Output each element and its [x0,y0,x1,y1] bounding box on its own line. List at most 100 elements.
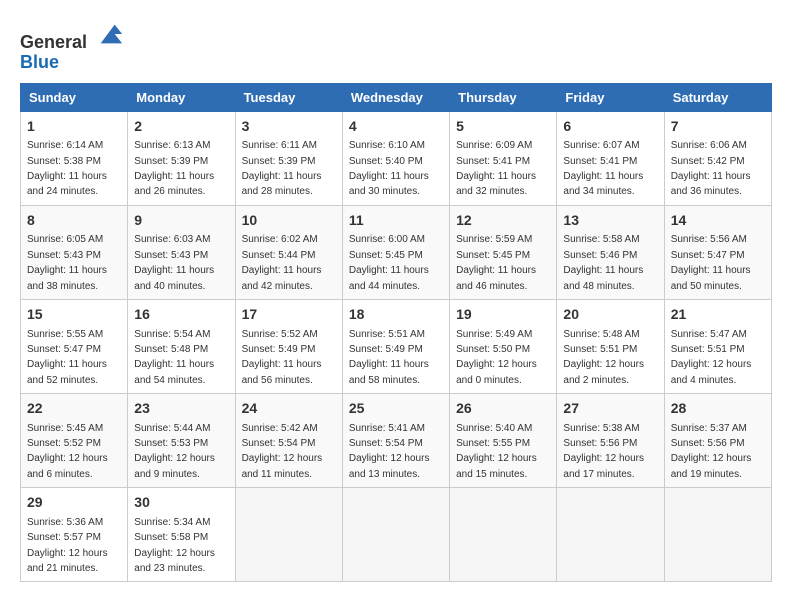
logo-general: General [20,32,87,52]
day-info: Sunrise: 5:36 AMSunset: 5:57 PMDaylight:… [27,517,108,574]
day-info: Sunrise: 5:54 AMSunset: 5:48 PMDaylight:… [134,329,214,386]
day-info: Sunrise: 5:41 AMSunset: 5:54 PMDaylight:… [349,423,430,480]
day-info: Sunrise: 6:06 AMSunset: 5:42 PMDaylight:… [671,140,751,197]
day-number: 29 [27,493,121,513]
calendar-cell: 11 Sunrise: 6:00 AMSunset: 5:45 PMDaylig… [342,205,449,299]
day-number: 17 [242,305,336,325]
day-info: Sunrise: 5:56 AMSunset: 5:47 PMDaylight:… [671,234,751,291]
day-number: 15 [27,305,121,325]
day-info: Sunrise: 6:09 AMSunset: 5:41 PMDaylight:… [456,140,536,197]
day-info: Sunrise: 5:59 AMSunset: 5:45 PMDaylight:… [456,234,536,291]
calendar-table: SundayMondayTuesdayWednesdayThursdayFrid… [20,83,772,583]
calendar-cell [664,488,771,582]
day-number: 16 [134,305,228,325]
calendar-cell: 6 Sunrise: 6:07 AMSunset: 5:41 PMDayligh… [557,111,664,205]
day-info: Sunrise: 6:13 AMSunset: 5:39 PMDaylight:… [134,140,214,197]
calendar-week-1: 1 Sunrise: 6:14 AMSunset: 5:38 PMDayligh… [21,111,772,205]
day-number: 23 [134,399,228,419]
calendar-cell: 14 Sunrise: 5:56 AMSunset: 5:47 PMDaylig… [664,205,771,299]
day-number: 13 [563,211,657,231]
day-info: Sunrise: 5:44 AMSunset: 5:53 PMDaylight:… [134,423,215,480]
logo-blue: Blue [20,52,59,72]
calendar-week-5: 29 Sunrise: 5:36 AMSunset: 5:57 PMDaylig… [21,488,772,582]
calendar-cell: 26 Sunrise: 5:40 AMSunset: 5:55 PMDaylig… [450,394,557,488]
day-info: Sunrise: 5:47 AMSunset: 5:51 PMDaylight:… [671,329,752,386]
day-info: Sunrise: 5:48 AMSunset: 5:51 PMDaylight:… [563,329,644,386]
day-info: Sunrise: 6:03 AMSunset: 5:43 PMDaylight:… [134,234,214,291]
calendar-cell: 9 Sunrise: 6:03 AMSunset: 5:43 PMDayligh… [128,205,235,299]
calendar-cell: 4 Sunrise: 6:10 AMSunset: 5:40 PMDayligh… [342,111,449,205]
calendar-cell: 20 Sunrise: 5:48 AMSunset: 5:51 PMDaylig… [557,299,664,393]
day-number: 28 [671,399,765,419]
weekday-header-thursday: Thursday [450,83,557,111]
calendar-cell [450,488,557,582]
day-info: Sunrise: 5:55 AMSunset: 5:47 PMDaylight:… [27,329,107,386]
calendar-cell: 5 Sunrise: 6:09 AMSunset: 5:41 PMDayligh… [450,111,557,205]
day-number: 24 [242,399,336,419]
day-info: Sunrise: 5:38 AMSunset: 5:56 PMDaylight:… [563,423,644,480]
day-number: 6 [563,117,657,137]
calendar-cell: 27 Sunrise: 5:38 AMSunset: 5:56 PMDaylig… [557,394,664,488]
calendar-cell: 30 Sunrise: 5:34 AMSunset: 5:58 PMDaylig… [128,488,235,582]
day-number: 10 [242,211,336,231]
calendar-cell: 16 Sunrise: 5:54 AMSunset: 5:48 PMDaylig… [128,299,235,393]
day-number: 11 [349,211,443,231]
weekday-header-friday: Friday [557,83,664,111]
calendar-cell: 8 Sunrise: 6:05 AMSunset: 5:43 PMDayligh… [21,205,128,299]
calendar-cell: 12 Sunrise: 5:59 AMSunset: 5:45 PMDaylig… [450,205,557,299]
calendar-cell: 2 Sunrise: 6:13 AMSunset: 5:39 PMDayligh… [128,111,235,205]
day-number: 3 [242,117,336,137]
day-number: 8 [27,211,121,231]
calendar-cell: 15 Sunrise: 5:55 AMSunset: 5:47 PMDaylig… [21,299,128,393]
calendar-cell: 3 Sunrise: 6:11 AMSunset: 5:39 PMDayligh… [235,111,342,205]
calendar-cell: 18 Sunrise: 5:51 AMSunset: 5:49 PMDaylig… [342,299,449,393]
calendar-cell [235,488,342,582]
weekday-header-sunday: Sunday [21,83,128,111]
day-info: Sunrise: 6:07 AMSunset: 5:41 PMDaylight:… [563,140,643,197]
calendar-week-2: 8 Sunrise: 6:05 AMSunset: 5:43 PMDayligh… [21,205,772,299]
calendar-cell: 19 Sunrise: 5:49 AMSunset: 5:50 PMDaylig… [450,299,557,393]
weekday-header-monday: Monday [128,83,235,111]
calendar-cell [342,488,449,582]
day-info: Sunrise: 5:37 AMSunset: 5:56 PMDaylight:… [671,423,752,480]
day-number: 27 [563,399,657,419]
calendar-cell: 24 Sunrise: 5:42 AMSunset: 5:54 PMDaylig… [235,394,342,488]
day-info: Sunrise: 5:58 AMSunset: 5:46 PMDaylight:… [563,234,643,291]
calendar-cell: 10 Sunrise: 6:02 AMSunset: 5:44 PMDaylig… [235,205,342,299]
day-info: Sunrise: 6:14 AMSunset: 5:38 PMDaylight:… [27,140,107,197]
weekday-header-wednesday: Wednesday [342,83,449,111]
calendar-cell: 29 Sunrise: 5:36 AMSunset: 5:57 PMDaylig… [21,488,128,582]
day-number: 19 [456,305,550,325]
day-number: 1 [27,117,121,137]
calendar-cell: 21 Sunrise: 5:47 AMSunset: 5:51 PMDaylig… [664,299,771,393]
day-info: Sunrise: 6:11 AMSunset: 5:39 PMDaylight:… [242,140,322,197]
weekday-header-row: SundayMondayTuesdayWednesdayThursdayFrid… [21,83,772,111]
calendar-cell: 23 Sunrise: 5:44 AMSunset: 5:53 PMDaylig… [128,394,235,488]
day-info: Sunrise: 5:51 AMSunset: 5:49 PMDaylight:… [349,329,429,386]
day-info: Sunrise: 5:45 AMSunset: 5:52 PMDaylight:… [27,423,108,480]
day-number: 2 [134,117,228,137]
day-number: 20 [563,305,657,325]
day-number: 18 [349,305,443,325]
day-number: 12 [456,211,550,231]
calendar-week-4: 22 Sunrise: 5:45 AMSunset: 5:52 PMDaylig… [21,394,772,488]
day-number: 30 [134,493,228,513]
day-number: 7 [671,117,765,137]
day-number: 26 [456,399,550,419]
weekday-header-saturday: Saturday [664,83,771,111]
day-info: Sunrise: 6:00 AMSunset: 5:45 PMDaylight:… [349,234,429,291]
day-number: 21 [671,305,765,325]
calendar-week-3: 15 Sunrise: 5:55 AMSunset: 5:47 PMDaylig… [21,299,772,393]
logo: General Blue [20,20,124,73]
header: General Blue [20,20,772,73]
day-info: Sunrise: 6:05 AMSunset: 5:43 PMDaylight:… [27,234,107,291]
calendar-cell: 13 Sunrise: 5:58 AMSunset: 5:46 PMDaylig… [557,205,664,299]
day-info: Sunrise: 5:52 AMSunset: 5:49 PMDaylight:… [242,329,322,386]
day-info: Sunrise: 6:02 AMSunset: 5:44 PMDaylight:… [242,234,322,291]
calendar-cell [557,488,664,582]
logo-icon [96,20,124,48]
calendar-cell: 7 Sunrise: 6:06 AMSunset: 5:42 PMDayligh… [664,111,771,205]
calendar-cell: 17 Sunrise: 5:52 AMSunset: 5:49 PMDaylig… [235,299,342,393]
day-info: Sunrise: 5:40 AMSunset: 5:55 PMDaylight:… [456,423,537,480]
calendar-cell: 22 Sunrise: 5:45 AMSunset: 5:52 PMDaylig… [21,394,128,488]
